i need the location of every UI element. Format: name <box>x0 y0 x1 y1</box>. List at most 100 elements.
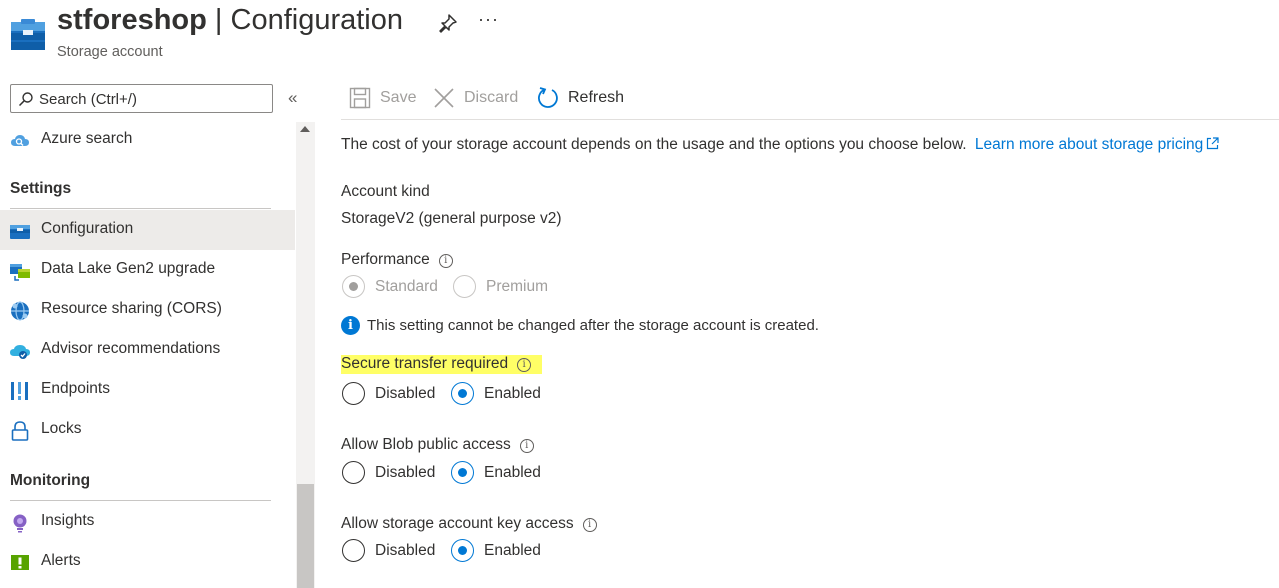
radio-circle[interactable] <box>342 461 365 484</box>
info-filled-icon: i <box>341 316 360 335</box>
collapse-menu-icon[interactable]: « <box>288 88 297 108</box>
radio-circle[interactable] <box>342 275 365 298</box>
refresh-button[interactable]: Refresh <box>537 82 624 114</box>
radio-circle[interactable] <box>342 382 365 405</box>
performance-label: Performance i <box>341 251 453 269</box>
radio-circle[interactable] <box>451 539 474 562</box>
key-access-label-text: Allow storage account key access <box>341 515 574 532</box>
command-bar-divider <box>341 119 1279 120</box>
lock-icon <box>11 421 29 441</box>
storage-account-icon <box>11 19 45 50</box>
info-icon[interactable]: i <box>582 518 597 532</box>
page-header: stforeshop | Configuration Storage accou… <box>0 0 1279 74</box>
resource-menu: « Azure search Settings Configuration Da… <box>0 74 316 588</box>
info-icon[interactable]: i <box>519 439 534 453</box>
group-divider <box>10 500 271 501</box>
scroll-up-icon[interactable] <box>300 126 310 132</box>
refresh-icon <box>538 87 558 108</box>
sidebar-item-advisor-recommendations[interactable]: Advisor recommendations <box>0 330 295 370</box>
sidebar-item-data-lake-gen2-upgrade[interactable]: Data Lake Gen2 upgrade <box>0 250 295 290</box>
sidebar-item-label: Resource sharing (CORS) <box>41 300 222 317</box>
sidebar-item-label: Locks <box>41 420 82 437</box>
info-icon[interactable]: i <box>517 358 532 372</box>
sidebar-item-endpoints[interactable]: Endpoints <box>0 370 295 410</box>
page-title: stforeshop | Configuration <box>57 4 403 37</box>
search-icon <box>18 92 33 107</box>
account-kind-label: Account kind <box>341 183 430 200</box>
radio-label: Disabled <box>375 541 436 559</box>
secure-transfer-disabled-radio[interactable]: Disabled <box>342 382 435 405</box>
sidebar-item-label: Configuration <box>41 220 134 237</box>
key-access-disabled-radio[interactable]: Disabled <box>342 539 435 562</box>
performance-label-text: Performance <box>341 251 430 268</box>
account-kind-value: StorageV2 (general purpose v2) <box>341 210 562 227</box>
info-icon[interactable]: i <box>438 254 453 268</box>
notice-text: This setting cannot be changed after the… <box>367 317 819 334</box>
save-button[interactable]: Save <box>349 82 416 114</box>
pin-icon[interactable] <box>437 12 459 34</box>
sidebar-item-insights[interactable]: Insights <box>0 502 295 542</box>
alerts-icon <box>11 555 29 570</box>
key-access-enabled-radio[interactable]: Enabled <box>451 539 541 562</box>
sidebar-item-configuration[interactable]: Configuration <box>0 210 295 250</box>
radio-circle[interactable] <box>451 382 474 405</box>
sidebar-item-resource-sharing-cors[interactable]: Resource sharing (CORS) <box>0 290 295 330</box>
page-name: Configuration <box>230 4 404 36</box>
discard-label: Discard <box>464 89 519 106</box>
group-header-monitoring: Monitoring <box>10 472 91 489</box>
cors-icon <box>11 301 29 321</box>
radio-circle[interactable] <box>342 539 365 562</box>
cloud-search-icon <box>11 135 29 146</box>
sidebar-item-label: Advisor recommendations <box>41 340 221 357</box>
radio-label: Enabled <box>484 384 541 402</box>
radio-label: Premium <box>486 277 549 295</box>
more-options-icon[interactable]: ··· <box>478 9 499 30</box>
radio-label: Enabled <box>484 541 541 559</box>
title-separator: | <box>206 4 231 36</box>
highlighted-label: Secure transfer required i <box>341 355 542 374</box>
sidebar-item-alerts[interactable]: Alerts <box>0 542 295 582</box>
radio-circle[interactable] <box>453 275 476 298</box>
radio-circle[interactable] <box>451 461 474 484</box>
data-lake-icon <box>10 264 30 281</box>
blob-public-access-label: Allow Blob public access i <box>341 436 534 454</box>
sidebar-item-locks[interactable]: Locks <box>0 410 295 450</box>
sidebar-item-label: Azure search <box>41 130 133 147</box>
secure-transfer-enabled-radio[interactable]: Enabled <box>451 382 541 405</box>
blob-public-access-label-text: Allow Blob public access <box>341 436 511 453</box>
radio-label: Standard <box>375 277 438 295</box>
save-label: Save <box>380 89 417 106</box>
radio-label: Disabled <box>375 463 436 481</box>
sidebar-item-label: Insights <box>41 512 95 529</box>
discard-button[interactable]: Discard <box>433 82 518 114</box>
discard-icon <box>434 88 454 108</box>
sidebar-item-azure-search[interactable]: Azure search <box>0 120 295 160</box>
insights-icon <box>13 514 27 533</box>
description-text: The cost of your storage account depends… <box>341 136 967 153</box>
group-header-settings: Settings <box>10 180 72 197</box>
search-input[interactable] <box>39 88 269 110</box>
pricing-description: The cost of your storage account depends… <box>341 136 1219 154</box>
menu-search[interactable] <box>10 84 273 113</box>
advisor-icon <box>10 345 30 359</box>
secure-transfer-label-text: Secure transfer required <box>341 355 509 372</box>
group-divider <box>10 208 271 209</box>
sidebar-scrollbar[interactable] <box>296 122 315 588</box>
page-subtitle: Storage account <box>57 44 163 60</box>
key-access-label: Allow storage account key access i <box>341 515 597 533</box>
performance-premium-radio[interactable]: Premium <box>453 275 548 298</box>
secure-transfer-label: Secure transfer required i <box>341 355 542 374</box>
endpoints-icon <box>11 382 28 400</box>
save-icon <box>349 87 371 109</box>
blob-public-access-enabled-radio[interactable]: Enabled <box>451 461 541 484</box>
configuration-icon <box>10 225 30 239</box>
performance-standard-radio[interactable]: Standard <box>342 275 438 298</box>
refresh-label: Refresh <box>568 89 625 106</box>
sidebar-item-label: Alerts <box>41 552 81 569</box>
scrollbar-thumb[interactable] <box>297 484 314 588</box>
sidebar-item-label: Data Lake Gen2 upgrade <box>41 260 216 277</box>
radio-label: Disabled <box>375 384 436 402</box>
storage-pricing-link[interactable]: Learn more about storage pricing <box>975 136 1219 153</box>
blob-public-access-disabled-radio[interactable]: Disabled <box>342 461 435 484</box>
resource-name: stforeshop <box>57 4 207 36</box>
